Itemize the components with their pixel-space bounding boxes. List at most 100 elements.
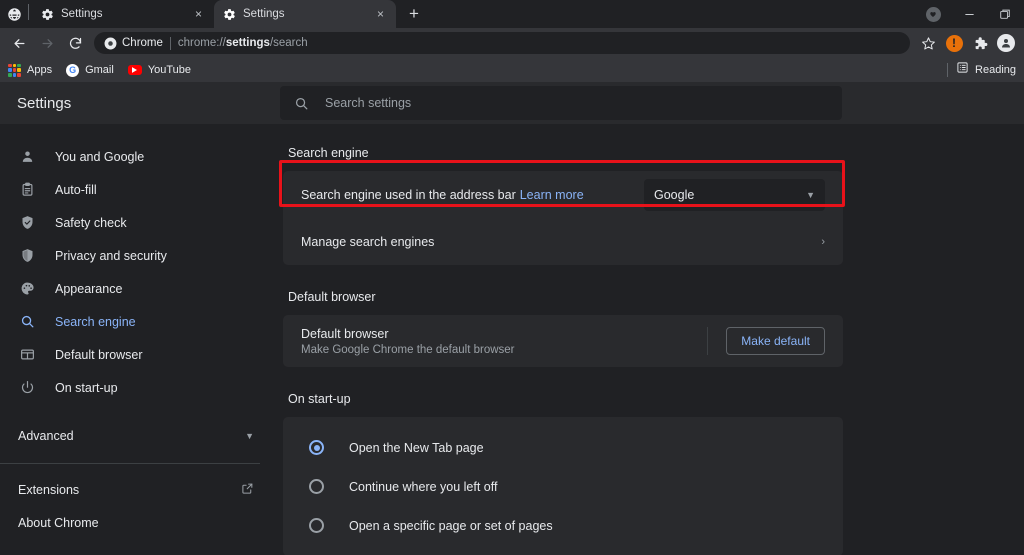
browser-window-icon (18, 346, 36, 364)
radio-label: Open the New Tab page (349, 440, 484, 455)
settings-search-wrap (278, 82, 1024, 124)
row-address-bar-engine[interactable]: Search engine used in the address bar Le… (283, 171, 843, 218)
radio-button[interactable] (309, 440, 324, 455)
settings-content: Search engine Search engine used in the … (278, 124, 1024, 555)
tab-divider (28, 3, 29, 20)
new-tab-button[interactable]: + (401, 1, 427, 27)
bookmark-gmail[interactable]: G Gmail (66, 63, 114, 77)
sidebar-item-auto-fill[interactable]: Auto-fill (0, 173, 278, 206)
shield-icon (18, 247, 36, 265)
search-settings-bar[interactable] (280, 86, 842, 120)
page-title: Settings (17, 94, 72, 112)
startup-option-continue[interactable]: Continue where you left off (283, 467, 843, 506)
startup-option-specific-page[interactable]: Open a specific page or set of pages (283, 506, 843, 545)
reload-icon[interactable] (62, 30, 88, 56)
maximize-icon[interactable] (988, 1, 1022, 27)
sidebar-item-label: Privacy and security (55, 248, 167, 263)
startup-card: Open the New Tab page Continue where you… (283, 417, 843, 555)
learn-more-link[interactable]: Learn more (520, 188, 584, 202)
reading-list-button[interactable]: Reading (956, 61, 1016, 79)
bookmark-star-icon[interactable] (916, 31, 940, 55)
sidebar-item-label: Safety check (55, 215, 127, 230)
startup-option-new-tab[interactable]: Open the New Tab page (283, 428, 843, 467)
row-manage-search-engines[interactable]: Manage search engines › (283, 218, 843, 265)
external-link-icon (241, 482, 254, 498)
sidebar-item-extensions[interactable]: Extensions (0, 473, 278, 506)
sidebar-item-you-and-google[interactable]: You and Google (0, 140, 278, 173)
globe-icon (0, 0, 28, 28)
section-heading: Default browser (288, 290, 376, 304)
sidebar-extensions-label: Extensions (18, 482, 80, 497)
address-bar[interactable]: Chrome chrome://settings/search (94, 32, 910, 54)
bookmark-youtube[interactable]: YouTube (127, 64, 191, 76)
gear-icon (40, 7, 54, 21)
reading-list-label: Reading (975, 64, 1016, 76)
alert-exclamation: ! (945, 34, 963, 52)
radio-button[interactable] (309, 518, 324, 533)
palette-icon (18, 280, 36, 298)
bookmark-label: Gmail (85, 64, 114, 76)
default-browser-text: Default browser Make Google Chrome the d… (301, 327, 515, 356)
make-default-button[interactable]: Make default (726, 327, 825, 355)
sidebar-item-advanced[interactable]: Advanced ▼ (0, 418, 278, 454)
search-engine-card: Search engine used in the address bar Le… (283, 171, 843, 265)
tab-strip: Settings × Settings × + (0, 0, 1024, 28)
sidebar-item-privacy-and-security[interactable]: Privacy and security (0, 239, 278, 272)
puzzle-icon[interactable] (968, 31, 992, 55)
shield-check-icon (18, 214, 36, 232)
search-engine-select[interactable]: Google ▼ (644, 178, 825, 211)
gmail-icon: G (66, 63, 80, 77)
pill-badge (925, 6, 941, 22)
sidebar-item-about-chrome[interactable]: About Chrome (0, 506, 278, 539)
window-controls (916, 0, 1024, 28)
bookmark-apps[interactable]: Apps (8, 63, 52, 77)
back-icon[interactable] (6, 30, 32, 56)
select-value: Google (654, 187, 695, 202)
default-browser-card: Default browser Make Google Chrome the d… (283, 315, 843, 367)
bookmarks-bar: Apps G Gmail YouTube Reading (0, 58, 1024, 82)
person-icon (18, 148, 36, 166)
search-input[interactable] (325, 96, 828, 110)
avatar-icon (997, 34, 1015, 52)
url-prefix: chrome:// (177, 37, 226, 49)
chevron-right-icon: › (821, 235, 825, 248)
tab-title: Settings (61, 8, 103, 20)
row-label: Search engine used in the address bar (301, 187, 516, 202)
settings-sidebar: Settings You and Google Auto-fill Safety… (0, 82, 278, 555)
settings-page: Settings You and Google Auto-fill Safety… (0, 82, 1024, 555)
sidebar-divider (0, 463, 260, 464)
clipboard-icon (18, 181, 36, 199)
tab-title: Settings (243, 8, 285, 20)
close-icon[interactable]: × (191, 7, 206, 22)
radio-button[interactable] (309, 479, 324, 494)
row-label: Manage search engines (301, 234, 435, 249)
sidebar-item-safety-check[interactable]: Safety check (0, 206, 278, 239)
omnibox-divider (169, 36, 171, 50)
section-search-engine: Search engine Search engine used in the … (283, 146, 843, 265)
sidebar-item-label: You and Google (55, 149, 145, 164)
search-icon (294, 96, 309, 111)
tab-settings-1[interactable]: Settings × (32, 0, 214, 28)
section-default-browser: Default browser Default browser Make Goo… (283, 290, 843, 367)
forward-icon[interactable] (34, 30, 60, 56)
sidebar-nav: You and Google Auto-fill Safety check Pr… (0, 124, 278, 539)
alert-badge-icon[interactable]: ! (942, 31, 966, 55)
close-icon[interactable]: × (373, 7, 388, 22)
radio-label: Continue where you left off (349, 479, 498, 494)
sidebar-item-default-browser[interactable]: Default browser (0, 338, 278, 371)
row-default-browser: Default browser Make Google Chrome the d… (283, 315, 843, 367)
tab-settings-2[interactable]: Settings × (214, 0, 396, 28)
omnibox-url: chrome://settings/search (178, 37, 308, 49)
radio-label: Open a specific page or set of pages (349, 518, 553, 533)
minimize-icon[interactable] (952, 1, 986, 27)
sidebar-item-on-start-up[interactable]: On start-up (0, 371, 278, 404)
power-icon (18, 379, 36, 397)
sidebar-item-appearance[interactable]: Appearance (0, 272, 278, 305)
url-path: /search (269, 37, 308, 49)
chevron-down-icon: ▼ (245, 431, 254, 441)
sidebar-item-search-engine[interactable]: Search engine (0, 305, 278, 338)
window-pill-icon[interactable] (916, 1, 950, 27)
avatar[interactable] (994, 31, 1018, 55)
sidebar-item-label: On start-up (55, 380, 118, 395)
chevron-down-icon: ▼ (806, 189, 815, 200)
